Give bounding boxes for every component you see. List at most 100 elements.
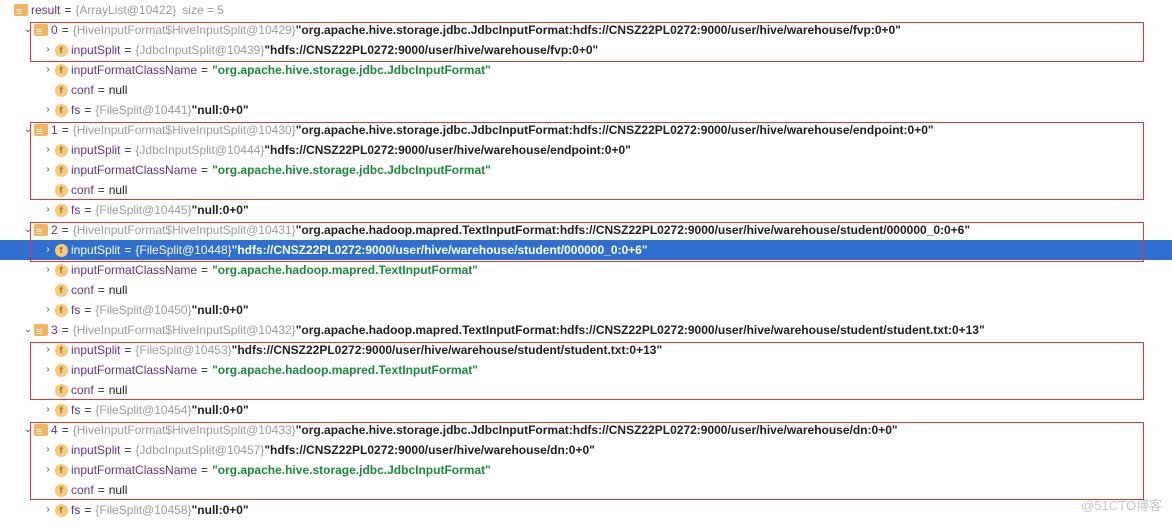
value-text: "org.apache.hadoop.mapred.TextInputForma… xyxy=(296,220,970,240)
field-icon: f xyxy=(54,243,68,257)
expand-arrow-icon[interactable]: › xyxy=(42,40,54,60)
value-text: "org.apache.hadoop.mapred.TextInputForma… xyxy=(296,320,985,340)
expand-arrow-icon[interactable]: › xyxy=(42,260,54,280)
tree-row-inputsplit[interactable]: ›finputSplit={FileSplit@10448} "hdfs://C… xyxy=(0,240,1172,260)
expand-arrow-icon[interactable]: › xyxy=(42,200,54,220)
equals-sign: = xyxy=(80,400,95,420)
equals-sign: = xyxy=(58,220,73,240)
object-icon xyxy=(34,23,48,37)
tree-row-inputsplit[interactable]: ›finputSplit={JdbcInputSplit@10457} "hdf… xyxy=(0,440,1172,460)
tree-row-index[interactable]: ⌄3={HiveInputFormat$HiveInputSplit@10432… xyxy=(0,320,1172,340)
tree-row-conf[interactable]: ›fconf=null xyxy=(0,380,1172,400)
field-name: inputFormatClassName xyxy=(71,260,197,280)
value-text: "hdfs://CNSZ22PL0272:9000/user/hive/ware… xyxy=(264,440,595,460)
equals-sign: = xyxy=(58,320,73,340)
value-text: null xyxy=(109,80,128,100)
tree-row-conf[interactable]: ›fconf=null xyxy=(0,180,1172,200)
value-text: "org.apache.hadoop.mapred.TextInputForma… xyxy=(212,360,478,380)
type-label: {HiveInputFormat$HiveInputSplit@10430} xyxy=(73,120,296,140)
tree-row-fs[interactable]: ›ffs={FileSplit@10458} "null:0+0" xyxy=(0,500,1172,520)
field-icon: f xyxy=(54,203,68,217)
index-label: 4 xyxy=(51,420,58,440)
expand-arrow-icon[interactable]: › xyxy=(42,360,54,380)
tree-row-inputformatclassname[interactable]: ›finputFormatClassName="org.apache.hive.… xyxy=(0,60,1172,80)
value-text: null xyxy=(109,480,128,500)
type-label: {JdbcInputSplit@10444} xyxy=(135,140,264,160)
field-icon: f xyxy=(54,263,68,277)
expand-arrow-icon[interactable]: › xyxy=(42,460,54,480)
tree-row-index[interactable]: ⌄0={HiveInputFormat$HiveInputSplit@10429… xyxy=(0,20,1172,40)
tree-row-inputformatclassname[interactable]: ›finputFormatClassName="org.apache.hive.… xyxy=(0,160,1172,180)
type-label: {JdbcInputSplit@10439} xyxy=(135,40,264,60)
type-label: {HiveInputFormat$HiveInputSplit@10432} xyxy=(73,320,296,340)
value-text: "org.apache.hadoop.mapred.TextInputForma… xyxy=(212,260,478,280)
expand-arrow-icon[interactable]: ⌄ xyxy=(22,320,34,340)
expand-arrow-icon[interactable]: › xyxy=(42,500,54,520)
equals-sign: = xyxy=(58,420,73,440)
tree-row-conf[interactable]: ›fconf=null xyxy=(0,80,1172,100)
equals-sign: = xyxy=(120,340,135,360)
expand-arrow-icon[interactable]: › xyxy=(42,60,54,80)
expand-arrow-icon[interactable]: › xyxy=(42,140,54,160)
field-name: inputSplit xyxy=(71,40,120,60)
field-icon: f xyxy=(54,143,68,157)
tree-row-inputformatclassname[interactable]: ›finputFormatClassName="org.apache.hadoo… xyxy=(0,360,1172,380)
expand-arrow-icon[interactable]: › xyxy=(42,160,54,180)
tree-row-fs[interactable]: ›ffs={FileSplit@10454} "null:0+0" xyxy=(0,400,1172,420)
tree-row-fs[interactable]: ›ffs={FileSplit@10445} "null:0+0" xyxy=(0,200,1172,220)
expand-arrow-icon[interactable]: › xyxy=(42,240,54,260)
field-icon: f xyxy=(54,343,68,357)
equals-sign: = xyxy=(197,360,212,380)
equals-sign: = xyxy=(94,80,109,100)
equals-sign: = xyxy=(197,260,212,280)
equals-sign: = xyxy=(120,240,135,260)
type-label: {FileSplit@10450} xyxy=(95,300,191,320)
field-name: inputSplit xyxy=(71,340,120,360)
tree-row-inputformatclassname[interactable]: ›finputFormatClassName="org.apache.hive.… xyxy=(0,460,1172,480)
expand-arrow-icon[interactable]: › xyxy=(42,440,54,460)
value-text: null xyxy=(109,380,128,400)
expand-arrow-icon[interactable]: › xyxy=(42,300,54,320)
tree-row-fs[interactable]: ›ffs={FileSplit@10450} "null:0+0" xyxy=(0,300,1172,320)
field-name: inputFormatClassName xyxy=(71,60,197,80)
expand-arrow-icon[interactable]: › xyxy=(42,400,54,420)
value-text: "hdfs://CNSZ22PL0272:9000/user/hive/ware… xyxy=(232,240,648,260)
tree-row-fs[interactable]: ›ffs={FileSplit@10441} "null:0+0" xyxy=(0,100,1172,120)
equals-sign: = xyxy=(197,160,212,180)
tree-row-index[interactable]: ⌄1={HiveInputFormat$HiveInputSplit@10430… xyxy=(0,120,1172,140)
tree-row-inputsplit[interactable]: ›finputSplit={FileSplit@10453} "hdfs://C… xyxy=(0,340,1172,360)
expand-arrow-icon[interactable]: ⌄ xyxy=(22,20,34,40)
expand-arrow-icon[interactable]: › xyxy=(42,100,54,120)
tree-row-conf[interactable]: ›fconf=null xyxy=(0,280,1172,300)
expand-arrow-icon[interactable]: ⌄ xyxy=(22,420,34,440)
field-name: fs xyxy=(71,300,80,320)
tree-row-conf[interactable]: ›fconf=null xyxy=(0,480,1172,500)
tree-row-index[interactable]: ⌄2={HiveInputFormat$HiveInputSplit@10431… xyxy=(0,220,1172,240)
type-label: {FileSplit@10441} xyxy=(95,100,191,120)
expand-arrow-icon[interactable]: › xyxy=(42,340,54,360)
expand-arrow-icon[interactable]: ⌄ xyxy=(22,120,34,140)
type-label: {HiveInputFormat$HiveInputSplit@10433} xyxy=(73,420,296,440)
field-name: inputFormatClassName xyxy=(71,360,197,380)
tree-row-root[interactable]: ▾ result = {ArrayList@10422} size = 5 xyxy=(0,0,1172,20)
value-text: "null:0+0" xyxy=(192,400,249,420)
tree-row-inputsplit[interactable]: ›finputSplit={JdbcInputSplit@10439} "hdf… xyxy=(0,40,1172,60)
value-text: "null:0+0" xyxy=(192,500,249,520)
field-name: inputFormatClassName xyxy=(71,460,197,480)
equals-sign: = xyxy=(120,40,135,60)
field-icon: f xyxy=(54,483,68,497)
tree-row-index[interactable]: ⌄ 4={HiveInputFormat$HiveInputSplit@10433… xyxy=(0,420,1172,440)
tree-row-inputformatclassname[interactable]: ›finputFormatClassName="org.apache.hadoo… xyxy=(0,260,1172,280)
field-icon: f xyxy=(54,103,68,117)
field-name: conf xyxy=(71,280,94,300)
type-label: {HiveInputFormat$HiveInputSplit@10429} xyxy=(73,20,296,40)
type-label: {FileSplit@10458} xyxy=(95,500,191,520)
tree-row-inputsplit[interactable]: ›finputSplit={JdbcInputSplit@10444} "hdf… xyxy=(0,140,1172,160)
equals-sign: = xyxy=(80,300,95,320)
type-label: {FileSplit@10445} xyxy=(95,200,191,220)
value-text: "hdfs://CNSZ22PL0272:9000/user/hive/ware… xyxy=(264,140,631,160)
field-name: conf xyxy=(71,180,94,200)
expand-arrow-icon[interactable]: ⌄ xyxy=(22,220,34,240)
field-name: conf xyxy=(71,480,94,500)
value-text: "hdfs://CNSZ22PL0272:9000/user/hive/ware… xyxy=(232,340,663,360)
